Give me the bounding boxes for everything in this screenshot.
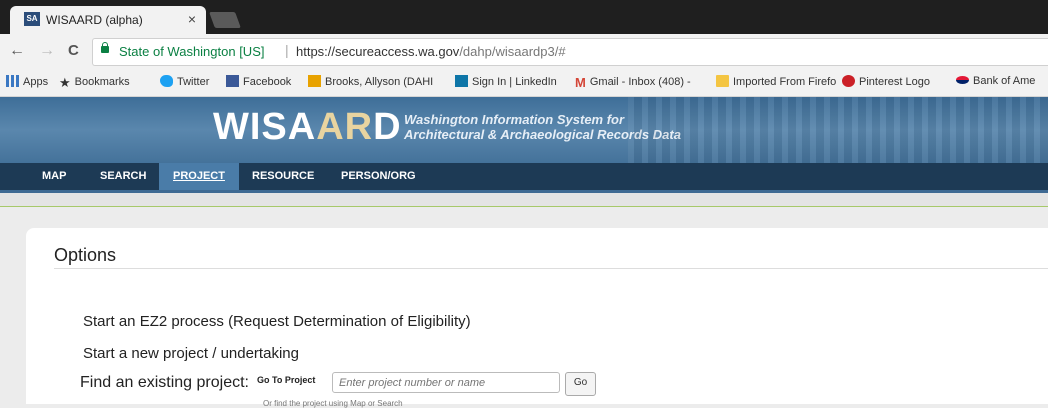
bookmarks-bar: Apps ★ Bookmarks Twitter Facebook Brooks,… xyxy=(0,68,1048,97)
logo-text: D xyxy=(373,106,402,148)
goto-project-label: Go To Project xyxy=(257,375,316,385)
address-url: https://secureaccess.wa.gov/dahp/wisaard… xyxy=(296,44,566,59)
tab-strip: SA WISAARD (alpha) × xyxy=(0,0,1048,34)
bookmark-bank[interactable]: Bank of Ame xyxy=(956,75,1035,87)
gmail-icon: M xyxy=(575,75,586,90)
forward-arrow-icon[interactable]: → xyxy=(39,42,55,60)
nav-resource[interactable]: RESOURCE xyxy=(252,163,314,190)
bookmark-bookmarks[interactable]: ★ Bookmarks xyxy=(59,75,130,90)
site-banner: WISAARD Washington Information System fo… xyxy=(0,97,1048,163)
go-button[interactable]: Go xyxy=(565,372,596,396)
logo-text: WISA xyxy=(213,106,317,148)
url-path: /dahp/wisaardp3/# xyxy=(459,44,566,59)
wisaard-logo[interactable]: WISAARD xyxy=(213,106,402,149)
reload-icon[interactable]: C xyxy=(68,42,79,59)
tagline-line1: Washington Information System for xyxy=(404,112,625,127)
options-panel: Options Start an EZ2 process (Request De… xyxy=(26,228,1048,408)
bookmark-pinterest[interactable]: Pinterest Logo xyxy=(842,75,930,88)
bookmark-label: Brooks, Allyson (DAHI xyxy=(325,76,434,88)
bookmark-twitter[interactable]: Twitter xyxy=(160,75,209,88)
browser-toolbar: ← → C State of Washington [US] | https:/… xyxy=(0,34,1048,68)
goto-project-input[interactable] xyxy=(332,372,560,393)
start-new-project-link[interactable]: Start a new project / undertaking xyxy=(83,345,299,362)
bookmark-label: Bank of Ame xyxy=(973,75,1036,87)
nav-project[interactable]: PROJECT xyxy=(159,163,239,190)
nav-search[interactable]: SEARCH xyxy=(100,163,146,190)
main-nav: MAP SEARCH PROJECT RESOURCE PERSON/ORG xyxy=(0,163,1048,193)
bookmark-label: Gmail - Inbox (408) - xyxy=(589,76,691,88)
nav-person-org[interactable]: PERSON/ORG xyxy=(341,163,416,190)
bookmark-imported[interactable]: Imported From Firefo xyxy=(716,75,836,88)
bookmark-label: Bookmarks xyxy=(74,76,130,88)
bank-of-america-icon xyxy=(956,76,969,84)
logo-accent-text: AR xyxy=(316,106,374,148)
find-project-label: Find an existing project: xyxy=(80,374,249,391)
facebook-icon xyxy=(226,75,239,87)
lock-icon xyxy=(101,42,109,53)
apps-grid-icon xyxy=(6,75,19,87)
folder-icon xyxy=(716,75,729,87)
bookmark-label: Sign In | LinkedIn xyxy=(472,76,557,88)
bookmark-linkedin[interactable]: Sign In | LinkedIn xyxy=(455,75,557,88)
bookmark-outlook[interactable]: Brooks, Allyson (DAHI xyxy=(308,75,433,88)
new-tab-button[interactable] xyxy=(209,12,241,28)
tab-title: WISAARD (alpha) xyxy=(46,13,143,27)
pinterest-icon xyxy=(842,75,855,87)
star-icon: ★ xyxy=(59,75,71,90)
address-bar[interactable]: State of Washington [US] | https://secur… xyxy=(92,38,1048,66)
outlook-icon xyxy=(308,75,321,87)
bookmark-label: Apps xyxy=(23,76,49,88)
bookmark-label: Imported From Firefo xyxy=(733,76,837,88)
nav-map[interactable]: MAP xyxy=(42,163,66,190)
bookmark-gmail[interactable]: M Gmail - Inbox (408) - xyxy=(575,75,691,90)
secure-label: State of Washington [US] xyxy=(119,44,265,59)
site-tagline: Washington Information System for Archit… xyxy=(404,112,681,142)
options-divider xyxy=(54,268,1048,269)
options-title: Options xyxy=(54,245,117,265)
bookmark-apps[interactable]: Apps xyxy=(6,75,48,88)
start-ez2-link[interactable]: Start an EZ2 process (Request Determinat… xyxy=(83,313,471,330)
browser-tab[interactable]: SA WISAARD (alpha) × xyxy=(10,6,206,34)
bookmark-label: Pinterest Logo xyxy=(859,76,930,88)
bookmark-label: Facebook xyxy=(243,76,292,88)
linkedin-icon xyxy=(455,75,468,87)
close-tab-icon[interactable]: × xyxy=(188,11,196,27)
bookmark-label: Twitter xyxy=(177,76,210,88)
address-separator: | xyxy=(285,42,289,58)
site-favicon-icon: SA xyxy=(24,12,40,26)
bookmark-facebook[interactable]: Facebook xyxy=(226,75,291,88)
url-host: https://secureaccess.wa.gov xyxy=(296,44,460,59)
nav-divider xyxy=(0,193,1048,207)
back-arrow-icon[interactable]: ← xyxy=(9,42,25,60)
tagline-line2: Architectural & Archaeological Records D… xyxy=(404,127,681,142)
twitter-bird-icon xyxy=(160,75,173,87)
